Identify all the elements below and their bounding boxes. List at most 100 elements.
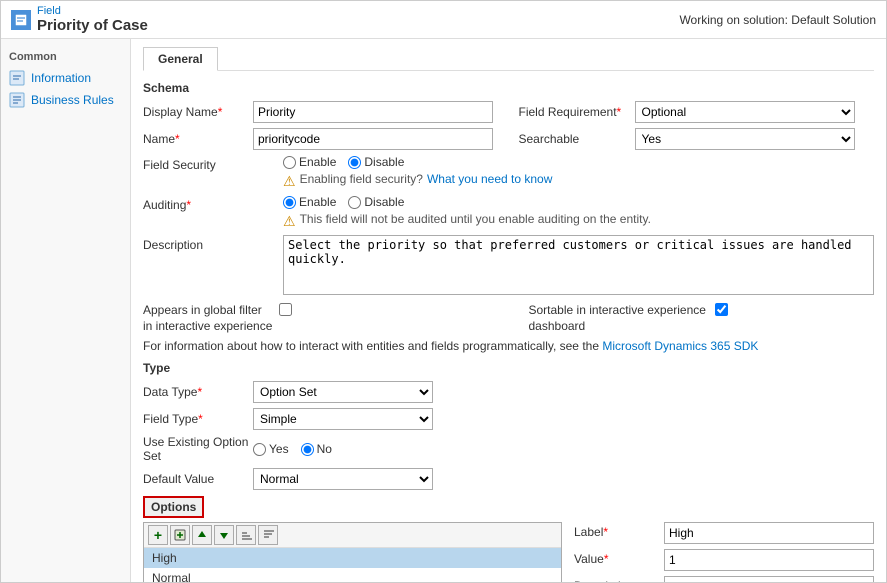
auditing-enable-radio[interactable] [283, 196, 296, 209]
field-security-enable-option[interactable]: Enable [283, 155, 336, 169]
sort-desc-btn[interactable] [258, 525, 278, 545]
description-row: Description Select the priority so that … [143, 235, 874, 298]
detail-value-row: Value* [574, 549, 874, 571]
sidebar-item-information-label: Information [31, 71, 91, 85]
field-type-select[interactable]: Simple [253, 408, 433, 430]
sortable-label: Sortable in interactive experience dashb… [529, 303, 709, 334]
business-rules-icon [9, 92, 25, 108]
default-value-select[interactable]: Normal [253, 468, 433, 490]
schema-section: Schema Display Name* Field Requirement* [143, 81, 874, 353]
detail-description-row: Description [574, 576, 874, 582]
auditing-label: Auditing* [143, 195, 283, 212]
auditing-radio-group: Enable Disable [283, 195, 874, 209]
option-item-high[interactable]: High [144, 548, 561, 568]
default-value-row: Default Value Normal [143, 468, 874, 490]
tab-general[interactable]: General [143, 47, 218, 71]
description-textarea[interactable]: Select the priority so that preferred cu… [283, 235, 874, 295]
sort-asc-btn[interactable] [236, 525, 256, 545]
searchable-select[interactable]: Yes [635, 128, 855, 150]
options-header: Options [143, 496, 204, 518]
options-list-panel: + [143, 522, 562, 582]
page-subtitle: Field [37, 5, 148, 17]
type-section: Type Data Type* Option Set [143, 361, 874, 490]
sortable-checkbox[interactable] [715, 303, 728, 316]
sdk-link[interactable]: Microsoft Dynamics 365 SDK [602, 339, 758, 353]
options-layout: + [143, 522, 874, 582]
content-area: General Schema Display Name* [131, 39, 886, 582]
move-up-btn[interactable] [192, 525, 212, 545]
global-filter-checkbox-wrapper [279, 303, 292, 316]
use-existing-label: Use Existing Option Set [143, 435, 253, 463]
field-icon [11, 10, 31, 30]
options-list: High Normal Low Critical [144, 548, 561, 582]
detail-label-row: Label* [574, 522, 874, 544]
detail-label-input[interactable] [664, 522, 874, 544]
searchable-label: Searchable [519, 132, 629, 146]
information-icon [9, 70, 25, 86]
add-existing-btn[interactable] [170, 525, 190, 545]
use-existing-row: Use Existing Option Set Yes No [143, 435, 874, 463]
display-name-input[interactable] [253, 101, 493, 123]
type-section-title: Type [143, 361, 874, 375]
use-existing-no-option[interactable]: No [301, 442, 332, 456]
top-bar: Field Priority of Case Working on soluti… [1, 1, 886, 39]
data-type-row: Data Type* Option Set [143, 381, 874, 403]
detail-description-label: Description [574, 576, 664, 582]
tabs: General [143, 47, 874, 71]
default-value-label: Default Value [143, 472, 253, 486]
detail-value-label: Value* [574, 549, 664, 566]
field-security-link[interactable]: What you need to know [427, 172, 552, 186]
detail-description-textarea[interactable] [664, 576, 874, 582]
global-filter-checkbox[interactable] [279, 303, 292, 316]
sdk-link-row: For information about how to interact wi… [143, 339, 874, 353]
option-item-normal[interactable]: Normal [144, 568, 561, 582]
move-down-btn[interactable] [214, 525, 234, 545]
auditing-enable-option[interactable]: Enable [283, 195, 336, 209]
auditing-info: ⚠ This field will not be audited until y… [283, 212, 874, 230]
options-toolbar: + [144, 523, 561, 548]
field-requirement-select[interactable]: Optional [635, 101, 855, 123]
field-security-row: Field Security Enable Disable [143, 155, 874, 190]
name-row: Name* Searchable Yes [143, 128, 874, 150]
field-security-radio-group: Enable Disable [283, 155, 874, 169]
sidebar-item-information[interactable]: Information [1, 67, 130, 89]
name-input[interactable] [253, 128, 493, 150]
auditing-disable-radio[interactable] [348, 196, 361, 209]
auditing-warning-icon: ⚠ [283, 213, 296, 230]
options-section: Options + [143, 496, 874, 582]
auditing-disable-option[interactable]: Disable [348, 195, 404, 209]
sidebar-item-business-rules[interactable]: Business Rules [1, 89, 130, 111]
field-security-disable-radio[interactable] [348, 156, 361, 169]
field-type-row: Field Type* Simple [143, 408, 874, 430]
field-security-enable-radio[interactable] [283, 156, 296, 169]
global-filter-label: Appears in global filter in interactive … [143, 303, 273, 334]
display-name-row: Display Name* Field Requirement* Optiona [143, 101, 874, 123]
sidebar-section-title: Common [1, 47, 130, 67]
field-security-info: ⚠ Enabling field security? What you need… [283, 172, 874, 190]
display-name-label: Display Name* [143, 105, 253, 119]
field-security-disable-option[interactable]: Disable [348, 155, 404, 169]
use-existing-yes-option[interactable]: Yes [253, 442, 289, 456]
warning-icon: ⚠ [283, 173, 296, 190]
sidebar-item-business-rules-label: Business Rules [31, 93, 114, 107]
page-title: Priority of Case [37, 17, 148, 34]
auditing-row: Auditing* Enable Disable [143, 195, 874, 230]
options-detail-panel: Label* Value* [574, 522, 874, 582]
sidebar: Common Information [1, 39, 131, 582]
use-existing-no-radio[interactable] [301, 443, 314, 456]
working-on-label: Working on solution: Default Solution [679, 13, 876, 27]
data-type-label: Data Type* [143, 385, 253, 399]
use-existing-yes-radio[interactable] [253, 443, 266, 456]
field-security-label: Field Security [143, 155, 283, 172]
field-requirement-label: Field Requirement* [519, 105, 629, 119]
add-option-btn[interactable]: + [148, 525, 168, 545]
use-existing-radio-group: Yes No [253, 442, 874, 456]
name-label: Name* [143, 132, 253, 146]
detail-label-label: Label* [574, 522, 664, 539]
global-filter-row: Appears in global filter in interactive … [143, 303, 874, 334]
description-label: Description [143, 235, 283, 252]
data-type-select[interactable]: Option Set [253, 381, 433, 403]
detail-value-input[interactable] [664, 549, 874, 571]
sortable-checkbox-wrapper [715, 303, 728, 316]
field-type-label: Field Type* [143, 412, 253, 426]
